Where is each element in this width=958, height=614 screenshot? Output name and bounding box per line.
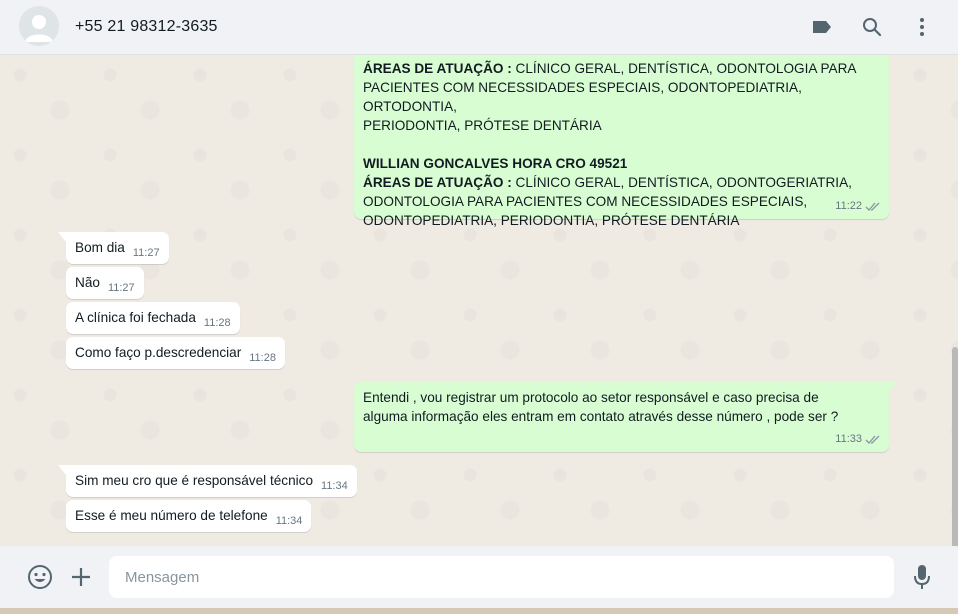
message-input[interactable]	[109, 556, 894, 598]
microphone-icon[interactable]	[908, 563, 936, 591]
message-meta: 11:22	[835, 197, 881, 216]
message-text-line: ODONTOLOGIA PARA PACIENTES COM NECESSIDA…	[363, 194, 808, 209]
bubble-tail	[58, 465, 66, 475]
message-text: Entendi , vou registrar um protocolo ao …	[363, 388, 880, 426]
message-text: Bom dia	[75, 240, 125, 255]
plus-icon[interactable]	[67, 563, 95, 591]
message-text: Não	[75, 275, 100, 290]
double-check-icon	[865, 202, 880, 211]
message-time: 11:28	[249, 352, 276, 364]
menu-icon[interactable]	[909, 14, 935, 40]
emoji-icon[interactable]	[26, 563, 54, 591]
bubble-tail	[889, 382, 897, 392]
message-text: Sim meu cro que é responsável técnico	[75, 473, 314, 488]
message-meta: 11:33	[835, 430, 881, 449]
message-incoming[interactable]: Como faço p.descredenciar 11:28	[66, 337, 285, 369]
message-incoming[interactable]: Bom dia 11:27	[58, 232, 169, 264]
message-text-line: alguma informação eles entram em contato…	[363, 409, 839, 424]
message-text-line: PERIODONTIA, PRÓTESE DENTÁRIA	[363, 118, 602, 133]
avatar[interactable]	[19, 6, 59, 46]
message-text-line: CLÍNICO GERAL, DENTÍSTICA, ODONTOLOGIA P…	[511, 61, 857, 76]
message-outgoing[interactable]: Entendi , vou registrar um protocolo ao …	[354, 382, 897, 452]
message-incoming[interactable]: A clínica foi fechada 11:28	[66, 302, 240, 334]
message-time: 11:33	[835, 433, 862, 445]
message-time: 11:27	[132, 247, 160, 259]
message-bold-text: ÁREAS DE ATUAÇÃO :	[363, 175, 512, 190]
window-bottom-edge	[0, 608, 958, 614]
message-text-line: PACIENTES COM NECESSIDADES ESPECIAIS, OD…	[363, 80, 802, 114]
label-icon[interactable]	[809, 14, 835, 40]
message-text: Como faço p.descredenciar	[75, 345, 242, 360]
message-time: 11:34	[321, 480, 348, 492]
message-text-line: Entendi , vou registrar um protocolo ao …	[363, 390, 819, 405]
message-time: 11:28	[203, 317, 231, 329]
bubble-tail	[58, 232, 66, 242]
message-incoming[interactable]: Esse é meu número de telefone 11:34	[66, 500, 312, 532]
message-text: A clínica foi fechada	[75, 310, 196, 325]
chat-header: +55 21 98312-3635	[0, 0, 958, 55]
composer	[0, 546, 958, 608]
message-bold-text: ÁREAS DE ATUAÇÃO :	[363, 61, 512, 76]
message-text-line: CLÍNICO GERAL, DENTÍSTICA, ODONTOGERIATR…	[511, 175, 852, 190]
scrollbar[interactable]	[952, 347, 958, 546]
double-check-icon	[865, 435, 880, 444]
message-incoming[interactable]: Não 11:27	[66, 267, 144, 299]
message-text-line: ODONTOPEDIATRIA, PERIODONTIA, PRÓTESE DE…	[363, 213, 740, 228]
message-text: Esse é meu número de telefone	[75, 508, 268, 523]
message-bold-text: WILLIAN GONCALVES HORA CRO 49521	[363, 156, 628, 171]
message-incoming[interactable]: Sim meu cro que é responsável técnico 11:…	[58, 465, 357, 497]
message-outgoing[interactable]: ÁREAS DE ATUAÇÃO : CLÍNICO GERAL, DENTÍS…	[354, 55, 889, 228]
default-avatar-icon	[19, 6, 59, 46]
message-time: 11:34	[275, 515, 303, 527]
message-list[interactable]: ÁREAS DE ATUAÇÃO : CLÍNICO GERAL, DENTÍS…	[0, 55, 958, 546]
message-time: 11:22	[835, 200, 862, 212]
search-icon[interactable]	[859, 14, 885, 40]
message-time: 11:27	[107, 282, 135, 294]
contact-name[interactable]: +55 21 98312-3635	[75, 18, 218, 36]
message-text: ÁREAS DE ATUAÇÃO : CLÍNICO GERAL, DENTÍS…	[363, 59, 880, 230]
